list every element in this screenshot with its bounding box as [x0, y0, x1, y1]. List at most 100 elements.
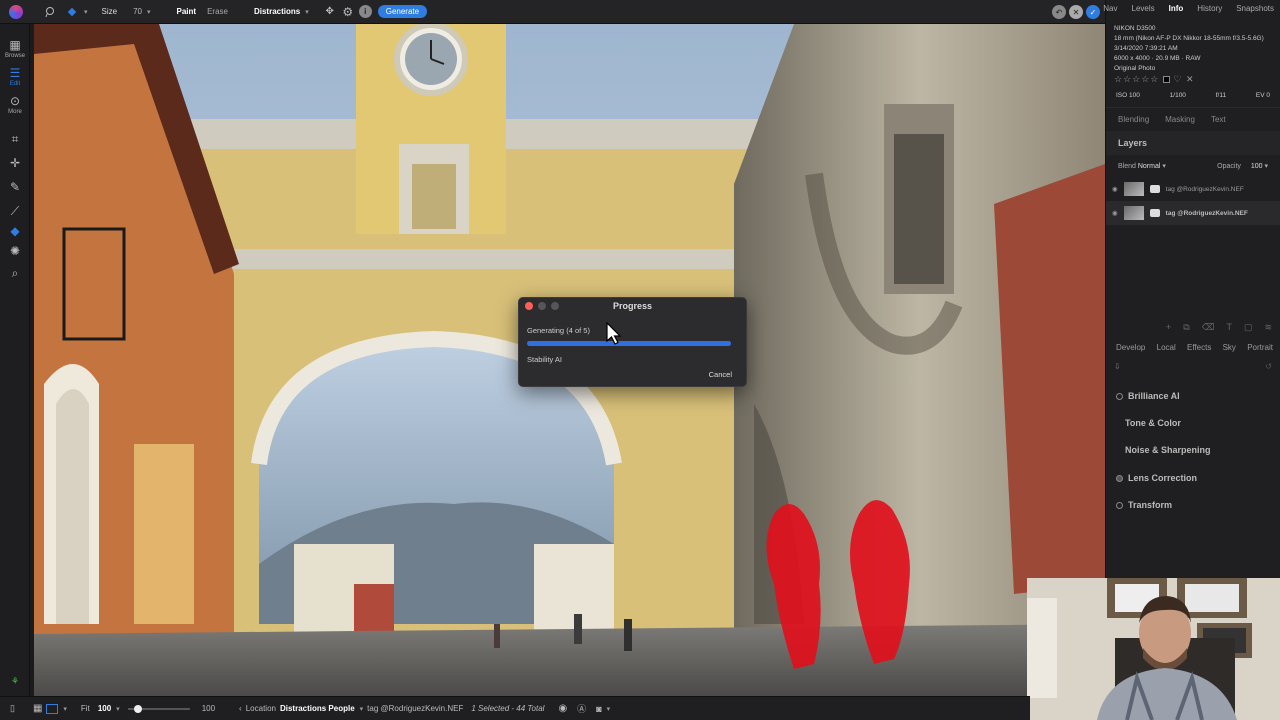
fit-label[interactable]: Fit: [81, 704, 90, 713]
tab-snapshots[interactable]: Snapshots: [1236, 4, 1274, 13]
blend-label: Blend: [1118, 163, 1136, 170]
browse-button[interactable]: ▦ Browse: [0, 38, 30, 59]
generate-button[interactable]: Generate: [377, 5, 428, 18]
presets-icon[interactable]: ⇩: [1114, 362, 1121, 371]
paint-erase-toggle: Paint Erase: [177, 7, 228, 16]
puzzle-icon[interactable]: ✥: [323, 5, 337, 19]
chevron-down-icon[interactable]: ▾: [360, 705, 364, 713]
tab-effects[interactable]: Effects: [1187, 343, 1211, 352]
size-value[interactable]: 70: [133, 7, 142, 16]
paint-button[interactable]: Paint: [177, 7, 197, 16]
toggle-icon[interactable]: [1116, 501, 1123, 509]
webcam-overlay: [1027, 578, 1280, 720]
copy-icon[interactable]: ▢: [1244, 322, 1253, 333]
camera-icon[interactable]: ◙: [596, 704, 601, 714]
tab-levels[interactable]: Levels: [1132, 4, 1155, 13]
chevron-down-icon[interactable]: ▾: [63, 705, 67, 713]
opacity-value[interactable]: 100: [1251, 163, 1263, 170]
layer-subtabs: Blending Masking Text: [1106, 108, 1280, 131]
original-label: Original Photo: [1114, 65, 1156, 72]
chevron-down-icon[interactable]: ▾: [84, 8, 88, 16]
layer-name: tag @RodriguezKevin.NEF: [1165, 209, 1248, 217]
erase-tool-icon[interactable]: ◆: [0, 224, 30, 238]
tab-sky[interactable]: Sky: [1223, 343, 1236, 352]
chevron-down-icon[interactable]: ▾: [147, 8, 151, 16]
blend-dropdown[interactable]: Normal: [1138, 163, 1161, 170]
add-layer-icon[interactable]: +: [1166, 322, 1171, 333]
chevron-down-icon[interactable]: ▾: [305, 8, 309, 16]
album-dropdown[interactable]: Distractions People: [280, 704, 355, 713]
bottom-bar: ▯ ▦ ▾ Fit 100 ▾ 100 ‹ Location Distracti…: [0, 696, 1030, 720]
reject-icon[interactable]: ✕: [1186, 74, 1195, 84]
tab-local[interactable]: Local: [1157, 343, 1176, 352]
tab-blending[interactable]: Blending: [1118, 115, 1149, 124]
move-icon[interactable]: ✛: [0, 156, 30, 170]
heart-icon[interactable]: ♡: [1173, 74, 1182, 84]
tab-develop[interactable]: Develop: [1116, 343, 1145, 352]
slider-knob[interactable]: [133, 704, 142, 713]
gear-icon[interactable]: ⚙: [341, 5, 355, 19]
panel-noise-sharpening[interactable]: Noise & Sharpening: [1106, 445, 1280, 455]
close-icon[interactable]: ✕: [1069, 5, 1083, 19]
zoom-slider[interactable]: [127, 704, 190, 713]
undo-icon[interactable]: ↶: [1052, 5, 1066, 19]
duplicate-icon[interactable]: ⧉: [1183, 322, 1189, 333]
brush-tool-icon[interactable]: [65, 5, 79, 19]
edit-button[interactable]: ☰ Edit: [0, 66, 30, 87]
clone-icon[interactable]: ✺: [0, 244, 30, 258]
chevron-down-icon[interactable]: ▾: [607, 705, 611, 713]
cancel-button[interactable]: Cancel: [709, 370, 732, 379]
info-icon[interactable]: i: [358, 5, 372, 18]
mask-brush-icon[interactable]: ⟋: [0, 204, 30, 219]
layer-item[interactable]: ◉ tag @RodriguezKevin.NEF: [1106, 177, 1280, 201]
zoom-value[interactable]: 100: [98, 704, 111, 713]
chevron-down-icon[interactable]: ▾: [1264, 163, 1268, 170]
mask-icon[interactable]: [1149, 185, 1160, 193]
reset-icon[interactable]: ↺: [1265, 362, 1272, 371]
confirm-icon[interactable]: ✓: [1086, 5, 1100, 19]
eye-icon[interactable]: ◉: [558, 703, 567, 714]
sidebar-toggle-icon[interactable]: ▯: [10, 703, 15, 714]
app-logo-icon[interactable]: [9, 4, 23, 19]
eye-icon[interactable]: ◉: [1112, 185, 1118, 193]
chevron-down-icon[interactable]: ▾: [116, 705, 120, 713]
toggle-icon[interactable]: [1116, 474, 1123, 482]
panel-title: Tone & Color: [1125, 418, 1181, 428]
stack-icon[interactable]: ≋: [1264, 322, 1272, 333]
erase-button[interactable]: Erase: [207, 7, 228, 16]
tab-portrait[interactable]: Portrait: [1247, 343, 1273, 352]
tab-masking[interactable]: Masking: [1165, 115, 1195, 124]
panel-tone-color[interactable]: Tone & Color: [1106, 418, 1280, 428]
brush-icon[interactable]: ✎: [0, 180, 30, 194]
panel-brilliance[interactable]: Brilliance AI: [1106, 391, 1280, 401]
text-layer-icon[interactable]: T: [1226, 322, 1232, 333]
lasso-icon[interactable]: [43, 5, 57, 19]
mode-dropdown[interactable]: Distractions: [254, 7, 300, 16]
panel-transform[interactable]: Transform: [1106, 500, 1280, 510]
rating-stars[interactable]: ☆☆☆☆☆ ♡ ✕: [1114, 74, 1272, 84]
color-label-icon[interactable]: [1162, 76, 1170, 84]
tab-text[interactable]: Text: [1211, 115, 1226, 124]
eye-icon[interactable]: ◉: [1112, 209, 1118, 217]
grid-view-icon[interactable]: ▦: [33, 703, 42, 714]
back-icon[interactable]: ‹: [239, 704, 242, 713]
close-window-icon[interactable]: [525, 302, 533, 310]
tab-nav[interactable]: Nav: [1103, 4, 1117, 13]
crop-icon[interactable]: ⌗: [0, 132, 30, 147]
erase-layer-icon[interactable]: ⌫: [1202, 322, 1215, 333]
status-icon: ⚘: [10, 676, 20, 686]
dialog-title-bar: Progress: [519, 298, 746, 314]
chevron-down-icon[interactable]: ▾: [1162, 163, 1166, 170]
tab-info[interactable]: Info: [1169, 4, 1184, 13]
single-view-icon[interactable]: [46, 703, 59, 714]
panel-lens-correction[interactable]: Lens Correction: [1106, 473, 1280, 483]
grid-icon: ▦: [9, 38, 21, 52]
layer-item[interactable]: ◉ tag @RodriguezKevin.NEF: [1106, 201, 1280, 225]
auto-icon[interactable]: Ⓐ: [577, 702, 586, 715]
toggle-icon[interactable]: [1116, 392, 1123, 400]
zoom-icon[interactable]: ⌕: [0, 266, 30, 281]
mask-icon[interactable]: [1149, 209, 1160, 217]
tab-history[interactable]: History: [1197, 4, 1222, 13]
more-button[interactable]: ⊙ More: [0, 94, 30, 115]
layers-header[interactable]: Layers: [1106, 131, 1280, 155]
